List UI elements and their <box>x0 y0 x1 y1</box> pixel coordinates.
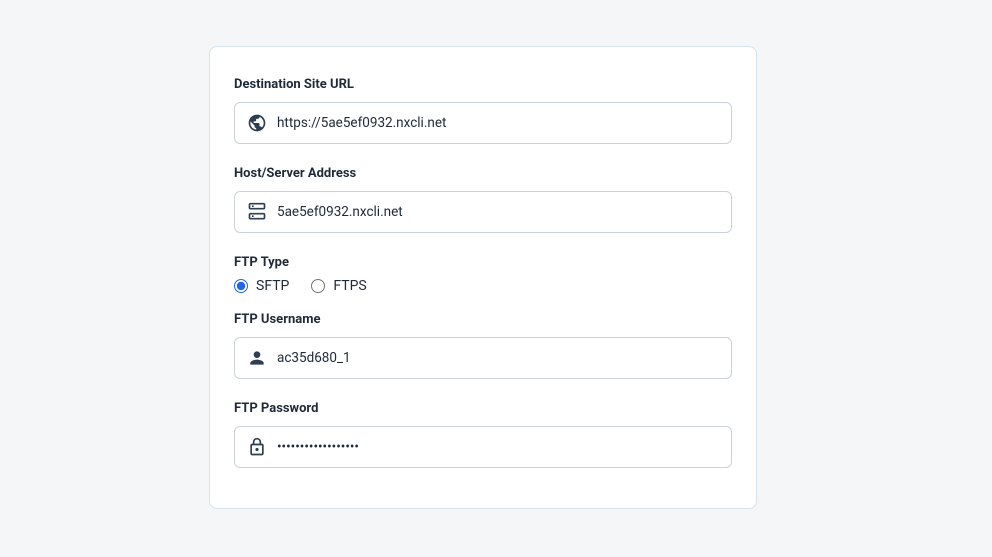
ftp-password-group: FTP Password <box>234 401 732 468</box>
globe-icon <box>247 113 267 133</box>
destination-url-input-wrap <box>234 102 732 144</box>
ftp-type-ftps-text: FTPS <box>333 278 366 294</box>
destination-url-input[interactable] <box>277 115 719 131</box>
ftp-type-label: FTP Type <box>234 255 732 270</box>
settings-card: Destination Site URL Host/Server Address… <box>209 46 757 509</box>
ftp-type-group: FTP Type SFTP FTPS FTP Username <box>234 255 732 379</box>
destination-url-label: Destination Site URL <box>234 77 732 92</box>
host-address-input-wrap <box>234 191 732 233</box>
ftp-type-sftp-radio[interactable] <box>234 279 248 293</box>
ftp-type-ftps-option[interactable]: FTPS <box>311 278 366 294</box>
ftp-type-ftps-radio[interactable] <box>311 279 325 293</box>
destination-url-group: Destination Site URL <box>234 77 732 144</box>
host-address-group: Host/Server Address <box>234 166 732 233</box>
ftp-username-input-wrap <box>234 337 732 379</box>
lock-icon <box>247 437 267 457</box>
ftp-username-input[interactable] <box>277 350 719 366</box>
ftp-password-label: FTP Password <box>234 401 732 416</box>
ftp-type-options: SFTP FTPS <box>234 278 732 294</box>
ftp-password-input[interactable] <box>277 439 719 455</box>
host-address-label: Host/Server Address <box>234 166 732 181</box>
ftp-type-sftp-option[interactable]: SFTP <box>234 278 289 294</box>
host-address-input[interactable] <box>277 204 719 220</box>
ftp-type-sftp-text: SFTP <box>256 278 289 294</box>
server-icon <box>247 202 267 222</box>
ftp-password-input-wrap <box>234 426 732 468</box>
user-icon <box>247 348 267 368</box>
ftp-username-label: FTP Username <box>234 312 732 327</box>
